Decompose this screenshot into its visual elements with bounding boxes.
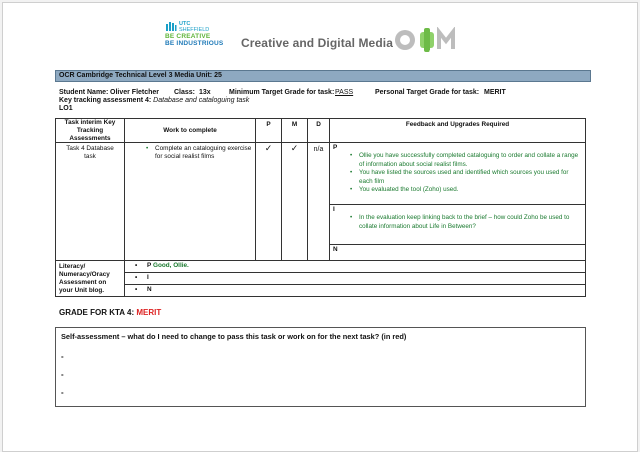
m-cell: ✓ (282, 143, 308, 261)
bullet-icon: • (135, 262, 138, 269)
col-header-p: P (256, 119, 282, 143)
self-assessment-bullet: - (61, 370, 64, 379)
grade-label: GRADE FOR KTA 4: (59, 308, 135, 317)
grade-line: GRADE FOR KTA 4: MERIT (59, 308, 161, 317)
personal-target-label: Personal Target Grade for task: (375, 89, 480, 96)
col-header-feedback: Feedback and Upgrades Required (330, 119, 586, 143)
feedback-p-item: You evaluated the tool (Zoho) used. (350, 186, 582, 195)
kta-title: Database and cataloguing task (153, 97, 250, 104)
literacy-p-label: P (147, 262, 152, 269)
min-target-value: PASS (335, 89, 354, 96)
literacy-n-label: N (147, 286, 152, 293)
cdm-logo: CDM (393, 26, 465, 58)
assessment-table: Task interim Key Tracking Assessments Wo… (55, 118, 586, 297)
literacy-n-cell: • N (125, 285, 586, 297)
p-cell: ✓ (256, 143, 282, 261)
personal-target-value: MERIT (484, 89, 506, 96)
utc-sheffield-logo: UTC SHEFFIELD BE CREATIVE BE INDUSTRIOUS (165, 21, 243, 57)
bullet-icon: • (135, 286, 138, 293)
document-page: UTC SHEFFIELD BE CREATIVE BE INDUSTRIOUS… (2, 2, 638, 452)
m-tick-icon: ✓ (290, 143, 299, 153)
feedback-i-label: I (333, 206, 335, 213)
col-header-d: D (308, 119, 330, 143)
utc-slogan-1: BE CREATIVE (165, 33, 211, 40)
self-assessment-bullet: - (61, 352, 64, 361)
literacy-i-label: I (147, 274, 149, 281)
col-header-work: Work to complete (125, 119, 256, 143)
task-cell: Task 4 Database task (56, 143, 125, 261)
feedback-p-item: Ollie you have successfully completed ca… (350, 152, 582, 169)
learning-outcome: LO1 (59, 105, 73, 112)
col-header-task: Task interim Key Tracking Assessments (56, 119, 125, 143)
class-label: Class: (174, 89, 196, 96)
p-tick-icon: ✓ (264, 143, 273, 153)
utc-slogan-2: BE INDUSTRIOUS (165, 40, 224, 47)
feedback-n-cell: N (330, 245, 586, 261)
self-assessment-bullet: - (61, 388, 64, 397)
course-bar: OCR Cambridge Technical Level 3 Media Un… (55, 70, 591, 82)
feedback-i-cell: I In the evaluation keep linking back to… (330, 205, 586, 245)
kta-label: Key tracking assessment 4: (59, 97, 152, 104)
student-name: Oliver Fletcher (110, 89, 160, 96)
work-item: Complete an cataloguing exercise for soc… (146, 145, 255, 161)
literacy-p-cell: • P Good, Ollie. (125, 261, 586, 273)
utc-hand-icon (166, 22, 177, 31)
feedback-i-item: In the evaluation keep linking back to t… (350, 214, 582, 231)
cdm-logo-text: CDM (429, 49, 436, 53)
class-value: 13x (199, 89, 211, 96)
literacy-i-cell: • I (125, 273, 586, 285)
bullet-icon: • (135, 274, 138, 281)
feedback-p-item: You have listed the sources used and ide… (350, 169, 582, 186)
col-header-m: M (282, 119, 308, 143)
literacy-label-cell: Literacy/ Numeracy/Oracy Assessment on y… (56, 261, 125, 297)
min-target-label: Minimum Target Grade for task: (229, 89, 335, 96)
feedback-p-cell: P Ollie you have successfully completed … (330, 143, 586, 205)
page-title: Creative and Digital Media (241, 36, 393, 50)
self-assessment-question: Self-assessment – what do I need to chan… (61, 332, 407, 341)
work-cell: Complete an cataloguing exercise for soc… (125, 143, 256, 261)
grade-value: MERIT (136, 308, 162, 317)
kta-line: Key tracking assessment 4: Database and … (59, 97, 249, 104)
student-name-label: Student Name: (59, 89, 109, 96)
literacy-p-comment: Good, Ollie. (152, 262, 189, 269)
self-assessment-box[interactable]: Self-assessment – what do I need to chan… (55, 327, 586, 407)
feedback-p-label: P (333, 144, 338, 151)
d-cell: n/a (308, 143, 330, 261)
